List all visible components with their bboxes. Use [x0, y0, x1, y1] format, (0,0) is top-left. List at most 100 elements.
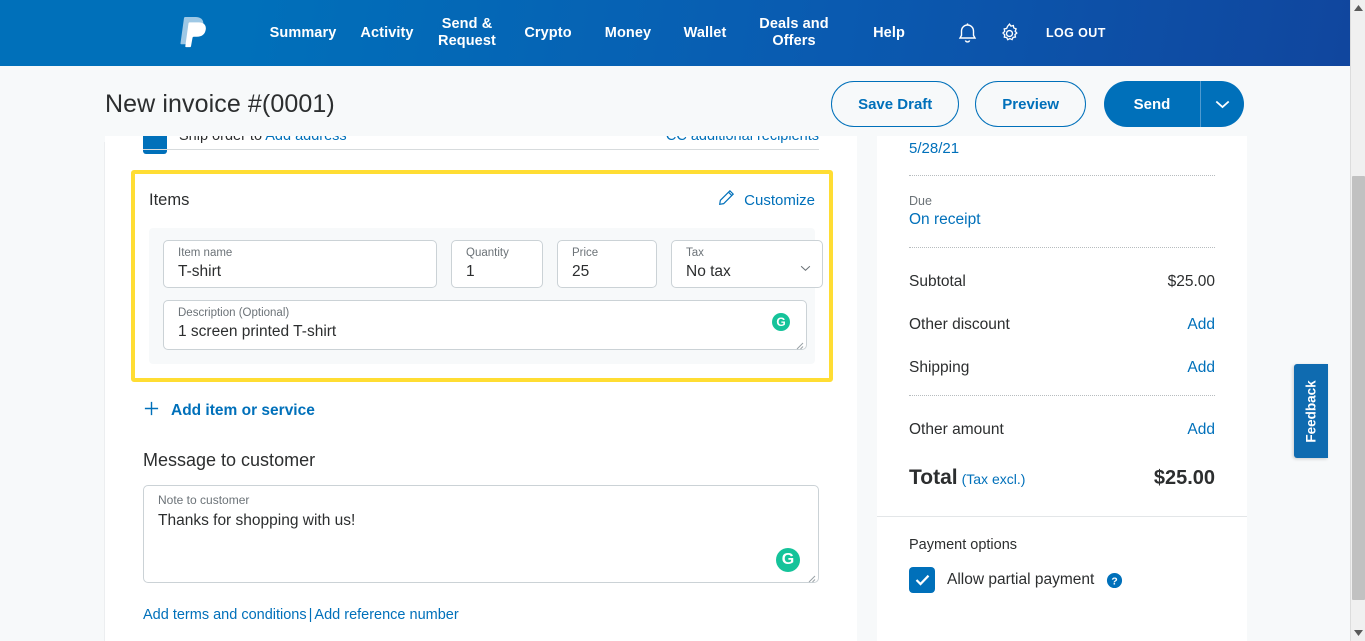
- page-header: New invoice #(0001) Save Draft Preview S…: [0, 66, 1350, 142]
- body-area: Ship order to Add address CC additional …: [0, 136, 1350, 641]
- summary-row-other-discount: Other discount Add: [909, 316, 1215, 334]
- item-name-input[interactable]: Item name T-shirt: [163, 240, 437, 288]
- add-terms-and-conditions-link[interactable]: Add terms and conditions: [143, 607, 307, 623]
- quantity-label: Quantity: [466, 247, 509, 259]
- resize-handle[interactable]: [794, 337, 804, 350]
- send-button[interactable]: Send: [1104, 81, 1200, 127]
- summary-row-total: Total (Tax excl.) $25.00: [909, 466, 1215, 490]
- divider: [909, 247, 1215, 248]
- triangle-down-icon[interactable]: [1351, 625, 1365, 641]
- divider: [909, 175, 1215, 176]
- nav-item-activity[interactable]: Activity: [346, 25, 428, 42]
- total-tax-note[interactable]: (Tax excl.): [962, 471, 1026, 487]
- add-address-link[interactable]: Add address: [265, 136, 346, 144]
- summary-row-subtotal: Subtotal $25.00: [909, 273, 1215, 291]
- message-to-customer-title: Message to customer: [143, 450, 316, 470]
- other-discount-label: Other discount: [909, 316, 1010, 333]
- items-header: Items Customize: [149, 186, 815, 214]
- vertical-scrollbar[interactable]: [1350, 0, 1365, 641]
- note-label: Note to customer: [158, 493, 250, 507]
- tax-label: Tax: [686, 247, 704, 259]
- nav-links: Summary Activity Send & Request Crypto M…: [260, 16, 934, 50]
- description-label: Description (Optional): [178, 307, 290, 319]
- subtotal-value: $25.00: [1167, 273, 1215, 290]
- nav-item-deals-and-offers[interactable]: Deals and Offers: [744, 16, 844, 50]
- other-amount-add-link[interactable]: Add: [1187, 421, 1215, 439]
- left-gutter: [0, 142, 105, 641]
- other-amount-label: Other amount: [909, 421, 1004, 438]
- note-value: Thanks for shopping with us!: [158, 512, 356, 529]
- price-input[interactable]: Price 25: [557, 240, 657, 288]
- allow-partial-payment-checkbox[interactable]: [909, 567, 935, 593]
- grammarly-icon[interactable]: G: [776, 548, 800, 572]
- cc-additional-recipients-link[interactable]: CC additional recipients: [666, 136, 819, 144]
- item-name-label: Item name: [178, 247, 233, 259]
- subtotal-label: Subtotal: [909, 273, 966, 290]
- bell-icon[interactable]: [946, 22, 988, 45]
- invoice-date[interactable]: 5/28/21: [909, 136, 1215, 157]
- grammarly-icon[interactable]: G: [772, 313, 790, 331]
- tax-select[interactable]: Tax No tax: [671, 240, 823, 288]
- item-field-row: Item name T-shirt Quantity 1 Price 25 Ta…: [163, 240, 823, 288]
- total-label: Total: [909, 466, 958, 489]
- other-discount-add-link[interactable]: Add: [1187, 316, 1215, 334]
- scrollbar-thumb[interactable]: [1352, 176, 1365, 600]
- customize-label: Customize: [744, 191, 815, 209]
- chevron-down-icon[interactable]: [800, 259, 811, 271]
- ship-order-text: Ship order to: [179, 136, 266, 144]
- due-label: Due: [909, 194, 932, 208]
- ship-order-label: Ship order to Add address: [179, 136, 347, 144]
- nav-item-money[interactable]: Money: [590, 25, 666, 42]
- quantity-input[interactable]: Quantity 1: [451, 240, 543, 288]
- feedback-label: Feedback: [1303, 379, 1319, 443]
- svg-text:?: ?: [1112, 576, 1118, 587]
- customize-button[interactable]: Customize: [718, 189, 815, 211]
- price-label: Price: [572, 247, 599, 259]
- paypal-logo[interactable]: [178, 13, 212, 53]
- send-options-caret-icon[interactable]: [1200, 81, 1244, 127]
- nav-item-send-request[interactable]: Send & Request: [428, 16, 506, 50]
- ship-order-checkbox[interactable]: [143, 136, 167, 154]
- question-mark-icon[interactable]: ?: [1106, 572, 1123, 589]
- plus-icon: [143, 400, 160, 422]
- tax-value: No tax: [686, 263, 731, 280]
- header-actions: Save Draft Preview Send: [815, 81, 1244, 127]
- divider: [143, 149, 819, 150]
- due-value[interactable]: On receipt: [909, 211, 1215, 229]
- gear-icon[interactable]: [988, 22, 1030, 45]
- logout-button[interactable]: LOG OUT: [1046, 26, 1106, 40]
- resize-handle[interactable]: [806, 570, 816, 583]
- preview-button[interactable]: Preview: [975, 81, 1086, 127]
- add-reference-number-link[interactable]: Add reference number: [314, 607, 458, 623]
- items-section-highlight: Items Customize Item name T-shirt Quanti…: [131, 170, 833, 382]
- paypal-invoice-page: Summary Activity Send & Request Crypto M…: [0, 0, 1365, 641]
- item-name-value: T-shirt: [178, 263, 222, 280]
- footer-links: Add terms and conditions | Add reference n…: [143, 607, 857, 623]
- description-input[interactable]: Description (Optional) 1 screen printed …: [163, 300, 807, 350]
- feedback-tab[interactable]: Feedback: [1294, 364, 1328, 458]
- add-item-or-service-button[interactable]: Add item or service: [143, 400, 857, 422]
- nav-item-summary[interactable]: Summary: [260, 25, 346, 42]
- items-title: Items: [149, 190, 190, 209]
- nav-item-wallet[interactable]: Wallet: [666, 25, 744, 42]
- nav-item-help[interactable]: Help: [844, 25, 934, 42]
- note-to-customer-textarea[interactable]: Note to customer Thanks for shopping wit…: [143, 485, 819, 583]
- summary-row-other-amount: Other amount Add: [909, 421, 1215, 439]
- shipping-add-link[interactable]: Add: [1187, 359, 1215, 377]
- triangle-up-icon[interactable]: [1351, 0, 1365, 16]
- pencil-icon: [718, 189, 735, 211]
- allow-partial-payment-row: Allow partial payment ?: [909, 567, 1215, 593]
- payment-options-title: Payment options: [909, 537, 1018, 553]
- divider: [909, 395, 1215, 396]
- invoice-summary-sidebar: 5/28/21 Due On receipt Subtotal $25.00 O…: [877, 136, 1247, 641]
- ship-order-row: Ship order to Add address CC additional …: [143, 136, 819, 158]
- total-value: $25.00: [1153, 467, 1215, 489]
- save-draft-button[interactable]: Save Draft: [831, 81, 960, 127]
- shipping-label: Shipping: [909, 359, 970, 376]
- nav-item-crypto[interactable]: Crypto: [506, 25, 590, 42]
- top-navigation-bar: Summary Activity Send & Request Crypto M…: [0, 0, 1350, 66]
- nav-icon-group: LOG OUT: [946, 22, 1106, 45]
- item-line-panel: Item name T-shirt Quantity 1 Price 25 Ta…: [149, 228, 823, 364]
- price-value: 25: [572, 263, 590, 280]
- description-value: 1 screen printed T-shirt: [178, 323, 337, 340]
